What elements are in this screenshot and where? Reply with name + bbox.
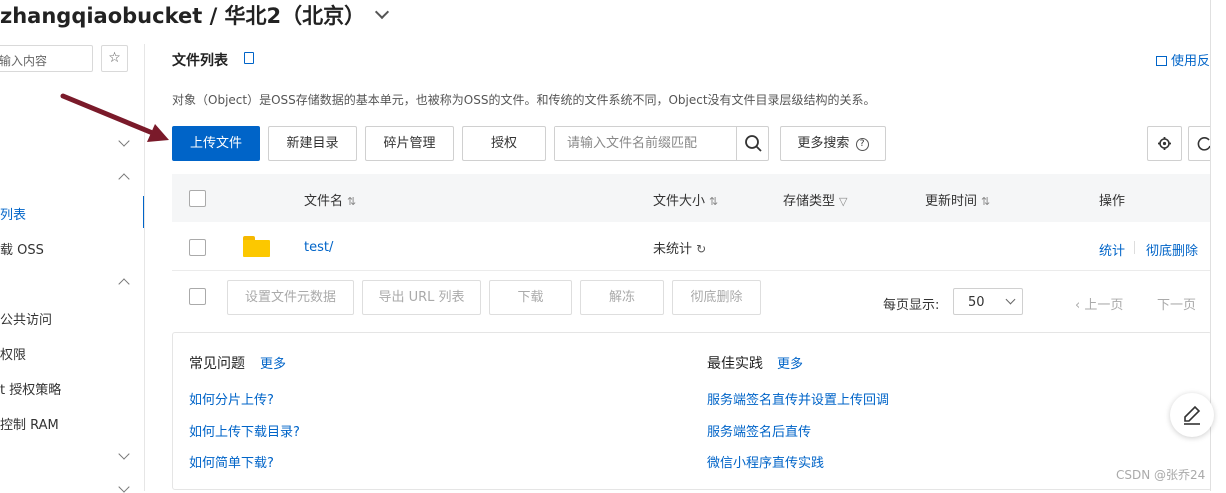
description-text: 对象（Object）是OSS存储数据的基本单元，也被称为OSS的文件。和传统的文…: [172, 93, 876, 107]
column-updated[interactable]: 更新时间 ⇅: [925, 190, 990, 209]
gear-icon: [1158, 137, 1171, 150]
select-all-checkbox[interactable]: [189, 190, 206, 207]
row-checkbox[interactable]: [189, 239, 206, 256]
star-icon[interactable]: ☆: [101, 45, 128, 72]
column-filename[interactable]: 文件名 ⇅: [304, 190, 356, 209]
unfreeze-button[interactable]: 解冻: [580, 280, 664, 315]
set-metadata-button[interactable]: 设置文件元数据: [227, 280, 354, 315]
column-actions: 操作: [1099, 194, 1126, 209]
column-storage-type-label: 存储类型: [783, 194, 836, 209]
fragment-management-button[interactable]: 碎片管理: [365, 126, 454, 161]
batch-delete-button[interactable]: 彻底删除: [672, 280, 761, 315]
faq-link[interactable]: 如何分片上传?: [189, 389, 274, 408]
chevron-down-icon[interactable]: [118, 448, 130, 460]
upload-button[interactable]: 上传文件: [172, 126, 260, 161]
pencil-icon: [1184, 405, 1201, 425]
sort-icon[interactable]: ⇅: [981, 195, 990, 208]
faq-link[interactable]: 如何上传下载目录?: [189, 421, 300, 440]
best-practice-title: 最佳实践: [707, 356, 763, 372]
next-page-button[interactable]: 下一页: [1157, 294, 1196, 313]
help-circle-icon: ?: [855, 138, 869, 151]
column-updated-label: 更新时间: [925, 194, 978, 209]
page-size-value: 50: [968, 295, 985, 310]
sidebar-item-ram[interactable]: 控制 RAM: [0, 414, 59, 433]
column-storage-type[interactable]: 存储类型 ▽: [783, 190, 847, 209]
file-name-link[interactable]: test/: [304, 240, 333, 255]
feedback-link[interactable]: 使用反: [1156, 50, 1210, 69]
new-directory-button[interactable]: 新建目录: [268, 126, 357, 161]
sidebar-item-public-access[interactable]: 公共访问: [0, 309, 52, 328]
sort-icon[interactable]: ⇅: [347, 195, 356, 208]
folder-icon: [243, 236, 270, 257]
search-icon: [745, 135, 762, 152]
settings-button[interactable]: [1147, 126, 1182, 161]
help-panel: [172, 332, 1212, 490]
file-search-input[interactable]: [555, 127, 736, 160]
feedback-icon: [1156, 56, 1167, 66]
more-search-button[interactable]: 更多搜索 ?: [780, 126, 886, 161]
faq-link[interactable]: 如何简单下载?: [189, 452, 274, 471]
file-search: [554, 126, 769, 161]
bucket-title-text: zhangqiaobucket / 华北2（北京）: [0, 4, 366, 28]
sidebar-search-input[interactable]: 输入内容: [0, 45, 93, 72]
delete-action-link[interactable]: 彻底删除: [1146, 240, 1198, 259]
action-divider: [1134, 241, 1135, 254]
filter-icon[interactable]: ▽: [839, 195, 847, 208]
document-icon[interactable]: [244, 52, 254, 64]
export-url-button[interactable]: 导出 URL 列表: [362, 280, 481, 315]
sidebar-item-permissions[interactable]: 权限: [0, 344, 26, 363]
chevron-up-icon[interactable]: [118, 173, 130, 185]
sort-icon[interactable]: ⇅: [709, 195, 718, 208]
file-size-value: 未统计: [653, 242, 693, 257]
search-button[interactable]: [736, 127, 769, 160]
sidebar-item-mount-oss[interactable]: 载 OSS: [0, 239, 44, 258]
best-practice-more-link[interactable]: 更多: [777, 353, 803, 372]
authorize-button[interactable]: 授权: [462, 126, 546, 161]
feedback-label: 使用反: [1171, 54, 1211, 69]
download-button[interactable]: 下载: [489, 280, 572, 315]
best-practice-link[interactable]: 服务端签名直传并设置上传回调: [707, 389, 889, 408]
chevron-left-icon: ‹: [1075, 298, 1081, 313]
faq-title: 常见问题: [189, 356, 245, 372]
prev-page-button[interactable]: ‹ 上一页: [1075, 294, 1123, 313]
chevron-down-icon[interactable]: [375, 4, 390, 20]
more-search-label: 更多搜索: [797, 136, 850, 151]
edit-float-button[interactable]: [1170, 393, 1214, 437]
stat-action-link[interactable]: 统计: [1099, 240, 1125, 259]
page-title: 文件列表: [172, 53, 228, 69]
best-practice-link[interactable]: 微信小程序直传实践: [707, 452, 824, 471]
faq-more-link[interactable]: 更多: [260, 353, 286, 372]
chevron-up-icon[interactable]: [118, 278, 130, 290]
annotation-arrow: [60, 93, 169, 142]
sidebar-item-file-list[interactable]: 列表: [0, 204, 26, 223]
column-size[interactable]: 文件大小 ⇅: [653, 190, 718, 209]
column-filename-label: 文件名: [304, 194, 344, 209]
file-size: 未统计 ↻: [653, 238, 706, 257]
prev-page-label: 上一页: [1084, 298, 1124, 313]
bucket-title[interactable]: zhangqiaobucket / 华北2（北京）: [0, 0, 390, 30]
column-size-label: 文件大小: [653, 194, 706, 209]
refresh-icon[interactable]: ↻: [696, 242, 706, 256]
best-practice-link[interactable]: 服务端签名后直传: [707, 421, 811, 440]
per-page-label: 每页显示:: [883, 298, 940, 313]
page-size-select[interactable]: 50: [953, 288, 1023, 315]
watermark: CSDN @张乔24: [1116, 468, 1206, 482]
chevron-down-icon: [1005, 294, 1016, 305]
batch-select-checkbox[interactable]: [189, 288, 206, 305]
sidebar-item-bucket-policy[interactable]: t 授权策略: [0, 379, 61, 398]
row-divider: [172, 270, 1212, 271]
